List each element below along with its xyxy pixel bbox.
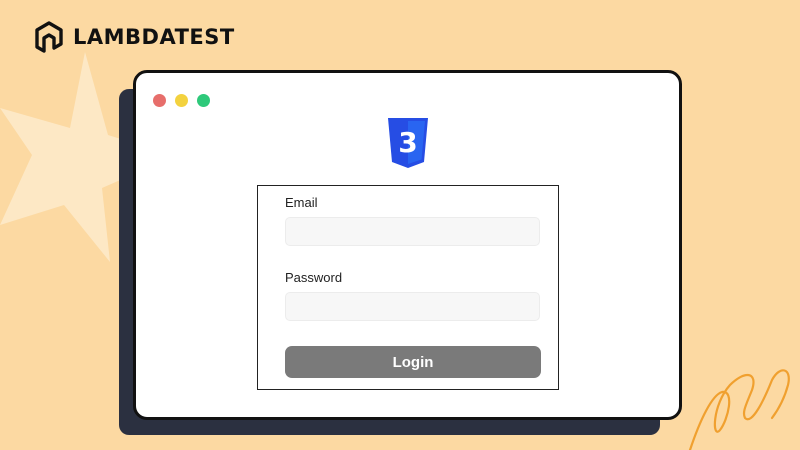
maximize-window-icon[interactable]	[197, 94, 210, 107]
login-button[interactable]: Login	[285, 346, 541, 378]
lambdatest-logo-icon	[35, 21, 63, 53]
brand-header: LAMBDATEST	[33, 21, 235, 53]
css3-logo-icon: 3	[388, 118, 428, 168]
email-label: Email	[285, 195, 318, 210]
close-window-icon[interactable]	[153, 94, 166, 107]
password-label: Password	[285, 270, 343, 285]
email-field[interactable]	[285, 217, 540, 246]
css3-logo-text: 3	[398, 126, 417, 159]
login-form: Email Password Login	[257, 185, 559, 390]
password-field[interactable]	[285, 292, 540, 321]
minimize-window-icon[interactable]	[175, 94, 188, 107]
browser-window: 3 Email Password Login	[133, 70, 682, 420]
brand-name: LAMBDATEST	[73, 25, 235, 49]
